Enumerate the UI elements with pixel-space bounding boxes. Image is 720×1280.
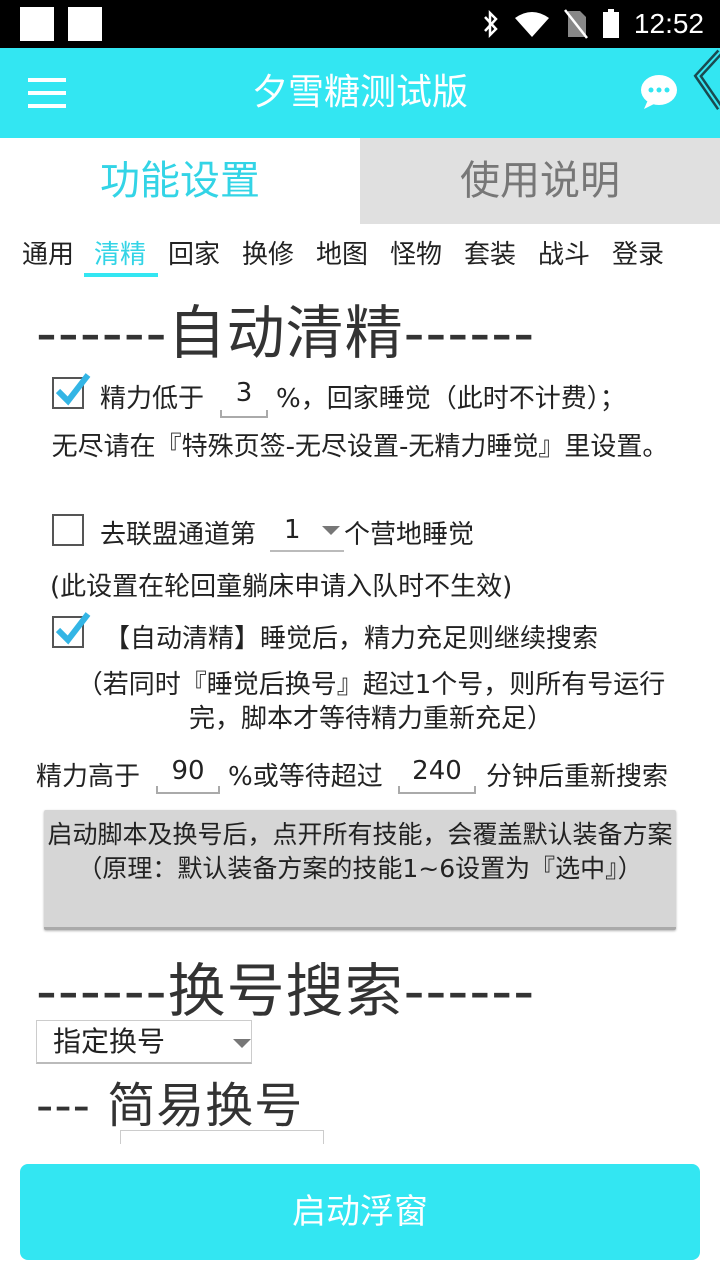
input-wait-minutes[interactable]: 240	[398, 750, 476, 794]
sub-tab-battle[interactable]: 战斗	[538, 234, 590, 271]
sub-tab-map[interactable]: 地图	[316, 234, 368, 271]
sub-tab-repair[interactable]: 换修	[242, 234, 294, 271]
active-tab-indicator	[84, 273, 158, 277]
chevron-down-icon	[322, 526, 340, 535]
label-camp-sleep: 个营地睡觉	[344, 520, 475, 550]
label-continue-search: 【自动清精】睡觉后，精力充足则继续搜索	[104, 624, 599, 654]
note-reincarnation: (此设置在轮回童躺床申请入队时不生效)	[50, 572, 513, 602]
open-skills-button[interactable]: 启动脚本及换号后，点开所有技能，会覆盖默认装备方案（原理：默认装备方案的技能1~…	[44, 810, 676, 930]
dropdown-camp-number[interactable]: 1	[270, 508, 344, 552]
label-go-home-sleep: %，回家睡觉（此时不计费）；	[276, 384, 626, 414]
label-energy-above: 精力高于	[36, 762, 141, 792]
tab-function-settings[interactable]: 功能设置	[0, 138, 360, 224]
checkbox-low-energy-sleep[interactable]	[52, 373, 91, 409]
label-research: 分钟后重新搜索	[486, 762, 669, 792]
chat-bubble-icon[interactable]	[640, 74, 678, 110]
checkbox-alliance-sleep[interactable]	[52, 514, 84, 546]
checkmark-icon	[55, 373, 91, 406]
bluetooth-icon	[484, 10, 498, 38]
sub-tab-home[interactable]: 回家	[168, 234, 220, 271]
sub-tab-equipment-set[interactable]: 套装	[464, 234, 516, 271]
sub-tab-refine[interactable]: 清精	[94, 234, 146, 271]
floating-tool-icon[interactable]	[688, 48, 720, 112]
start-floating-window-button[interactable]: 启动浮窗	[20, 1164, 700, 1260]
no-sim-icon	[563, 9, 588, 39]
notification-icon	[20, 7, 54, 41]
tab-usage-instructions[interactable]: 使用说明	[360, 138, 720, 224]
input-energy-high[interactable]: 90	[156, 750, 220, 794]
chevron-down-icon	[233, 1039, 251, 1048]
clipped-row	[36, 1130, 656, 1144]
label-energy-below: 精力低于	[100, 384, 205, 414]
sub-tab-general[interactable]: 通用	[22, 234, 74, 271]
subheader-simple-switch: --- 简易换号	[36, 1078, 304, 1134]
checkmark-icon	[55, 612, 91, 645]
clipped-dropdown[interactable]	[120, 1130, 324, 1144]
sub-tab-login[interactable]: 登录	[612, 234, 664, 271]
note-endless-settings: 无尽请在『特殊页签-无尽设置-无精力睡觉』里设置。	[51, 432, 669, 462]
label-alliance-channel: 去联盟通道第	[100, 520, 257, 550]
section-header-auto-refine: ------自动清精------	[36, 299, 536, 367]
input-energy-threshold[interactable]: 3	[220, 374, 268, 418]
checkbox-continue-search[interactable]	[52, 612, 91, 648]
dropdown-switch-mode[interactable]: 指定换号	[36, 1020, 252, 1064]
sub-tab-bar[interactable]: 通用 清精 回家 换修 地图 怪物 套装 战斗 登录	[0, 228, 720, 278]
clock: 12:52	[633, 8, 704, 39]
wifi-icon	[514, 12, 549, 37]
app-title: 夕雪糖测试版	[251, 72, 468, 113]
battery-icon	[602, 9, 619, 38]
note-switch-account: （若同时『睡觉后换号』超过1个号，则所有号运行完，脚本才等待精力重新充足）	[76, 670, 666, 734]
notification-icon	[68, 7, 102, 41]
app-bar: 夕雪糖测试版	[0, 48, 720, 138]
sub-tab-monster[interactable]: 怪物	[390, 234, 442, 271]
section-header-switch-search: ------换号搜索------	[36, 957, 536, 1025]
label-or-wait: %或等待超过	[228, 762, 383, 792]
status-bar: 12:52	[0, 0, 720, 48]
